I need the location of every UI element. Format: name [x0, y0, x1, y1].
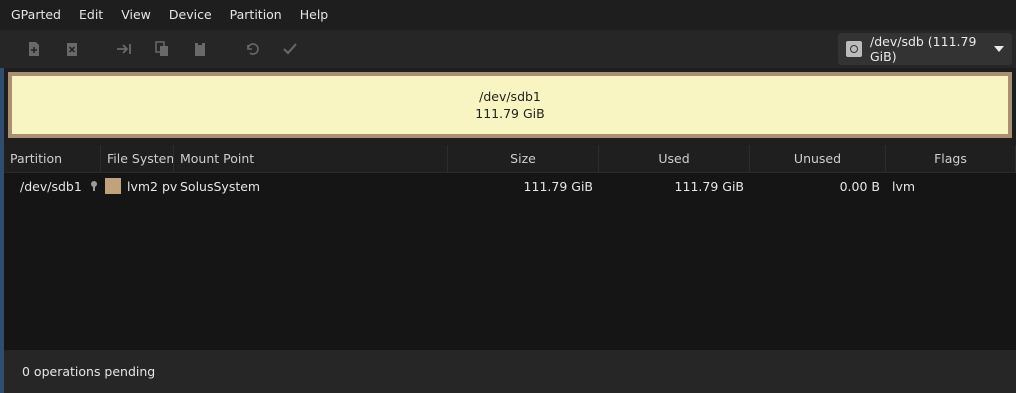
column-unused[interactable]: Unused	[750, 145, 886, 172]
column-file-system[interactable]: File System	[101, 145, 174, 172]
filesystem-name: lvm2 pv	[127, 178, 178, 194]
cell-partition: /dev/sdb1	[4, 179, 101, 194]
menu-help[interactable]: Help	[293, 0, 336, 30]
cell-size: 111.79 GiB	[523, 178, 593, 194]
column-partition[interactable]: Partition	[4, 145, 101, 172]
gparted-window: GParted Edit View Device Partition Help	[0, 0, 1016, 393]
partition-block-size: 111.79 GiB	[475, 106, 545, 121]
table-header: Partition File System Mount Point Size U…	[4, 145, 1016, 173]
partition-block-name: /dev/sdb1	[479, 89, 541, 104]
column-used[interactable]: Used	[599, 145, 750, 172]
resize-move-icon	[117, 44, 131, 54]
menu-gparted[interactable]: GParted	[4, 0, 68, 30]
paste-button[interactable]	[186, 35, 214, 63]
operations-pending-text: 0 operations pending	[22, 364, 156, 379]
paste-icon	[195, 42, 205, 56]
menu-edit[interactable]: Edit	[72, 0, 110, 30]
undo-icon	[247, 43, 259, 55]
copy-button[interactable]	[148, 35, 176, 63]
partition-block-sdb1[interactable]: /dev/sdb1 111.79 GiB	[12, 76, 1008, 134]
new-icon	[29, 42, 39, 56]
undo-button[interactable]	[238, 35, 266, 63]
copy-icon	[155, 41, 168, 56]
delete-icon	[67, 43, 77, 56]
table-row[interactable]: /dev/sdb1 lvm2 pv SolusSystem 111.79 GiB…	[4, 173, 1016, 199]
chevron-down-icon	[994, 46, 1004, 52]
apply-button[interactable]	[276, 35, 304, 63]
column-flags[interactable]: Flags	[886, 145, 1016, 172]
menu-partition[interactable]: Partition	[223, 0, 289, 30]
cell-used: 111.79 GiB	[674, 178, 744, 194]
delete-partition-button[interactable]	[58, 35, 86, 63]
partition-name: /dev/sdb1	[20, 178, 82, 194]
device-selector[interactable]: /dev/sdb (111.79 GiB)	[838, 33, 1012, 65]
status-bar: 0 operations pending	[4, 350, 1016, 393]
disk-icon	[846, 41, 862, 57]
resize-move-button[interactable]	[110, 35, 138, 63]
menu-view[interactable]: View	[114, 0, 158, 30]
new-partition-button[interactable]	[20, 35, 48, 63]
menu-device[interactable]: Device	[162, 0, 219, 30]
filesystem-color-swatch	[105, 178, 121, 194]
cell-mount-point: SolusSystem	[180, 178, 261, 194]
column-mount-point[interactable]: Mount Point	[174, 145, 448, 172]
partition-visual: /dev/sdb1 111.79 GiB	[8, 72, 1012, 138]
cell-flags: lvm	[892, 178, 916, 194]
toolbar: /dev/sdb (111.79 GiB)	[0, 30, 1016, 68]
menubar: GParted Edit View Device Partition Help	[0, 0, 1016, 30]
cell-file-system: lvm2 pv	[101, 178, 178, 194]
column-size[interactable]: Size	[448, 145, 599, 172]
cell-unused: 0.00 B	[839, 178, 880, 194]
lock-icon	[90, 181, 98, 191]
device-label: /dev/sdb (111.79 GiB)	[870, 34, 977, 64]
partition-table: Partition File System Mount Point Size U…	[4, 145, 1016, 350]
apply-icon	[283, 43, 297, 55]
